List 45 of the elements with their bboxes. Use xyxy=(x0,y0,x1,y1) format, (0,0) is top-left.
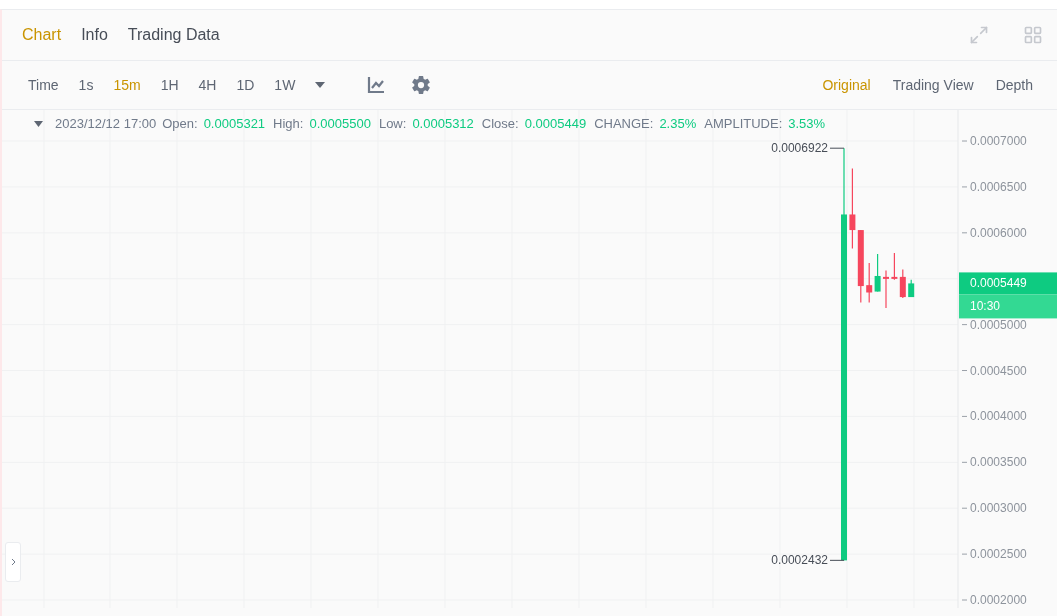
last-price-tag: 0.0005449 xyxy=(959,272,1057,295)
candle-date: 2023/12/12 17:00 xyxy=(55,116,157,131)
chart-tab[interactable]: Info xyxy=(81,26,108,44)
expand-handle[interactable] xyxy=(5,542,21,582)
ohlc-value: 3.53% xyxy=(788,116,826,131)
ohlc-value: 0.0005449 xyxy=(524,116,587,131)
ohlc-value: 2.35% xyxy=(659,116,697,131)
price-tick: 0.0006500 xyxy=(961,179,1027,194)
ohlc-label: High: xyxy=(273,116,304,131)
price-tick: 0.0004500 xyxy=(961,363,1027,378)
candlestick xyxy=(883,269,889,309)
price-tick: 0.0003000 xyxy=(961,501,1027,516)
price-tick: 0.0004000 xyxy=(961,409,1027,424)
candlestick xyxy=(908,279,915,298)
interval-option[interactable]: 4H xyxy=(198,77,217,93)
ohlc-label: CHANGE: xyxy=(594,116,654,131)
chart-tab[interactable]: Trading Data xyxy=(127,26,220,44)
price-tick: 0.0005000 xyxy=(961,317,1027,332)
ohlc-label: AMPLITUDE: xyxy=(704,116,783,131)
ohlc-label: Low: xyxy=(378,116,407,131)
price-tick: 0.0002500 xyxy=(961,547,1027,562)
settings-icon[interactable] xyxy=(411,75,432,95)
interval-option[interactable]: Time xyxy=(28,77,59,93)
price-tick: 0.0003500 xyxy=(961,455,1027,470)
ohlc-value: 0.0005321 xyxy=(203,116,266,131)
ohlc-label: Close: xyxy=(481,116,519,131)
price-tick: 0.0002000 xyxy=(961,593,1027,607)
caret-icon[interactable] xyxy=(315,82,326,88)
interval-option[interactable]: 1H xyxy=(160,77,179,93)
y-tick-label: 0.0002000 xyxy=(970,593,1028,608)
high-price-label: 0.0006922 xyxy=(771,141,845,156)
countdown-tag: 10:30 xyxy=(959,294,1057,319)
ohlc-value: 0.0005500 xyxy=(309,116,371,131)
price-tick: 0.0006000 xyxy=(961,225,1027,240)
interval-option[interactable]: 1W xyxy=(274,77,296,93)
low-price-label: 0.0002432 xyxy=(771,553,845,568)
price-tick: 0.0007000 xyxy=(961,134,1027,149)
view-mode-tab[interactable]: Trading View xyxy=(892,77,974,93)
interval-option[interactable]: 1D xyxy=(236,77,255,93)
interval-option[interactable]: 1s xyxy=(78,77,94,93)
view-mode-tab[interactable]: Depth xyxy=(995,77,1033,93)
caret-icon[interactable] xyxy=(34,120,43,127)
line-chart-icon[interactable] xyxy=(367,76,386,94)
ohlc-value: 0.0005312 xyxy=(412,116,474,131)
ohlc-label: Open: xyxy=(162,116,198,131)
